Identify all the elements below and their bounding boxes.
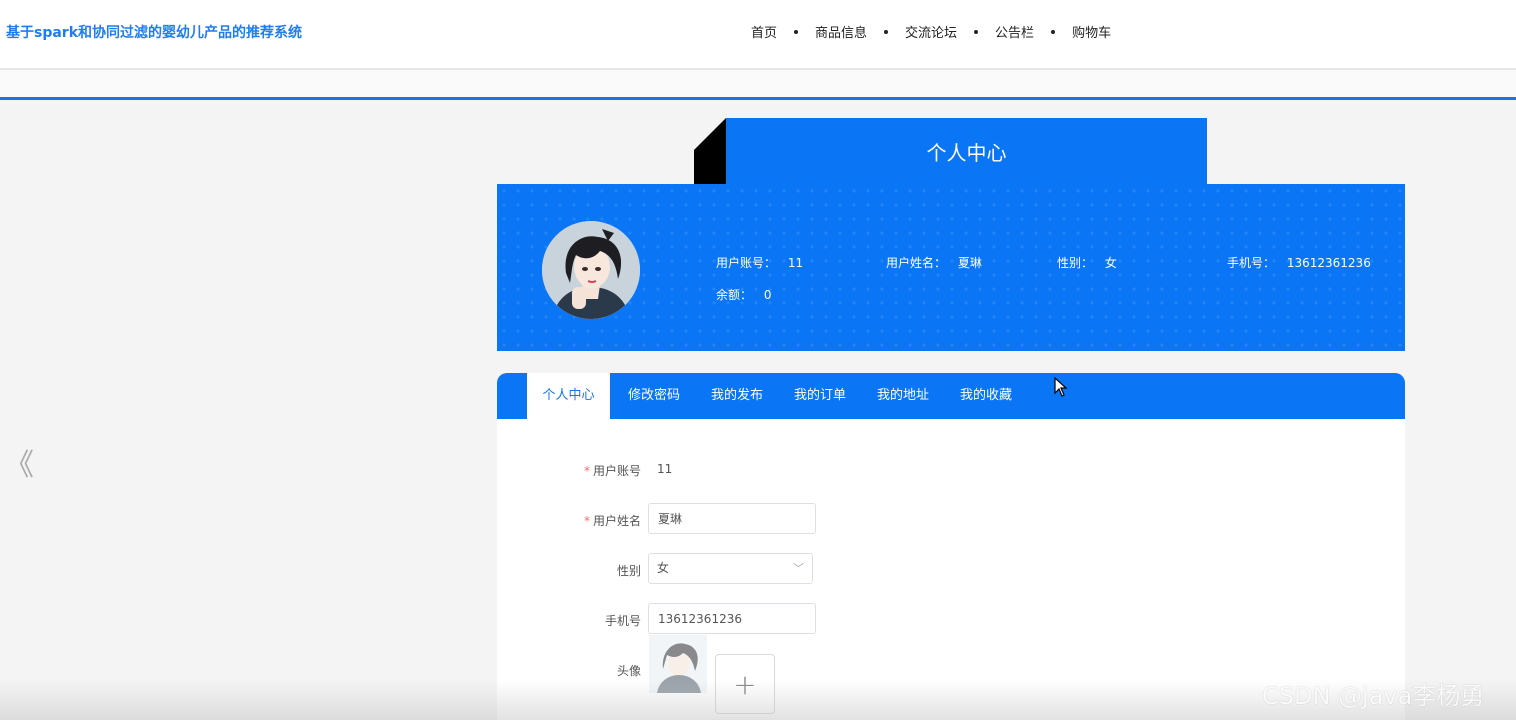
- nav-cart[interactable]: 购物车: [1072, 22, 1111, 41]
- top-header: 基于spark和协同过滤的婴幼儿产品的推荐系统 首页 商品信息 交流论坛 公告栏…: [0, 0, 1516, 68]
- profile-balance-value: 0: [763, 288, 772, 302]
- mouse-pointer-icon: [1054, 377, 1068, 397]
- profile-gender: 性别： 女: [1057, 254, 1117, 271]
- tab-my-orders[interactable]: 我的订单: [783, 373, 857, 419]
- sub-header-strip: [0, 70, 1516, 98]
- profile-form: *用户账号 11 *用户姓名 性别 女 ﹀ 手机号 头像 +: [497, 419, 1405, 720]
- profile-gender-value: 女: [1104, 256, 1117, 270]
- center-tabs: 个人中心 修改密码 我的发布 我的订单 我的地址 我的收藏: [497, 373, 1405, 419]
- tab-change-password[interactable]: 修改密码: [617, 373, 691, 419]
- account-field-label: * 用户账号: [541, 462, 641, 479]
- name-field-label: * 用户姓名: [541, 512, 641, 529]
- avatar-thumbnail[interactable]: [649, 635, 707, 693]
- profile-name-value: 夏琳: [957, 256, 982, 270]
- page-title: 个人中心: [726, 118, 1207, 185]
- main-nav: 首页 商品信息 交流论坛 公告栏 购物车: [751, 22, 1111, 41]
- tab-profile[interactable]: 个人中心: [527, 373, 610, 419]
- tab-my-posts[interactable]: 我的发布: [700, 373, 774, 419]
- nav-separator: [1051, 29, 1056, 34]
- gender-select-value: 女: [657, 561, 670, 575]
- nav-forum[interactable]: 交流论坛: [905, 22, 957, 41]
- profile-name: 用户姓名： 夏琳: [886, 254, 982, 271]
- avatar-thumbnail-illustration: [649, 635, 707, 693]
- gender-field-label: 性别: [616, 564, 641, 578]
- tab-my-address[interactable]: 我的地址: [866, 373, 940, 419]
- nav-separator: [794, 29, 799, 34]
- nav-products[interactable]: 商品信息: [815, 22, 867, 41]
- name-label-text: 用户姓名: [592, 514, 641, 528]
- phone-input[interactable]: [648, 603, 816, 634]
- profile-name-label: 用户姓名：: [886, 256, 947, 270]
- nav-separator: [974, 29, 979, 34]
- nav-separator: [884, 29, 889, 34]
- accent-line: [0, 97, 1516, 100]
- profile-phone-value: 13612361236: [1286, 256, 1371, 270]
- tab-my-favorites[interactable]: 我的收藏: [949, 373, 1023, 419]
- avatar: [542, 221, 640, 319]
- watermark: CSDN @java李杨勇: [1262, 682, 1485, 710]
- nav-home[interactable]: 首页: [751, 22, 777, 41]
- profile-account-value: 11: [787, 256, 804, 270]
- site-title[interactable]: 基于spark和协同过滤的婴幼儿产品的推荐系统: [6, 22, 302, 42]
- profile-balance-label: 余额：: [716, 288, 753, 302]
- avatar-illustration: [542, 221, 640, 319]
- profile-gender-label: 性别：: [1057, 256, 1094, 270]
- gender-select[interactable]: 女 ﹀: [648, 553, 813, 584]
- chevron-down-icon: ﹀: [793, 562, 804, 575]
- nav-notice[interactable]: 公告栏: [995, 22, 1034, 41]
- avatar-field-label: 头像: [616, 664, 641, 678]
- profile-phone-label: 手机号：: [1227, 256, 1276, 270]
- profile-balance: 余额： 0: [716, 286, 771, 303]
- account-label-text: 用户账号: [592, 464, 641, 478]
- avatar-upload-button[interactable]: +: [715, 654, 775, 714]
- phone-field-label: 手机号: [604, 614, 641, 628]
- profile-phone: 手机号： 13612361236: [1227, 254, 1371, 271]
- required-mark: *: [583, 464, 590, 478]
- profile-account-label: 用户账号：: [716, 256, 777, 270]
- account-value: 11: [657, 462, 673, 476]
- name-input[interactable]: [648, 503, 816, 534]
- profile-account: 用户账号： 11: [716, 254, 803, 271]
- required-mark: *: [583, 514, 590, 528]
- profile-banner: 用户账号： 11 用户姓名： 夏琳 性别： 女 手机号： 13612361236…: [497, 184, 1405, 351]
- chevron-double-left-icon[interactable]: 《: [4, 440, 34, 484]
